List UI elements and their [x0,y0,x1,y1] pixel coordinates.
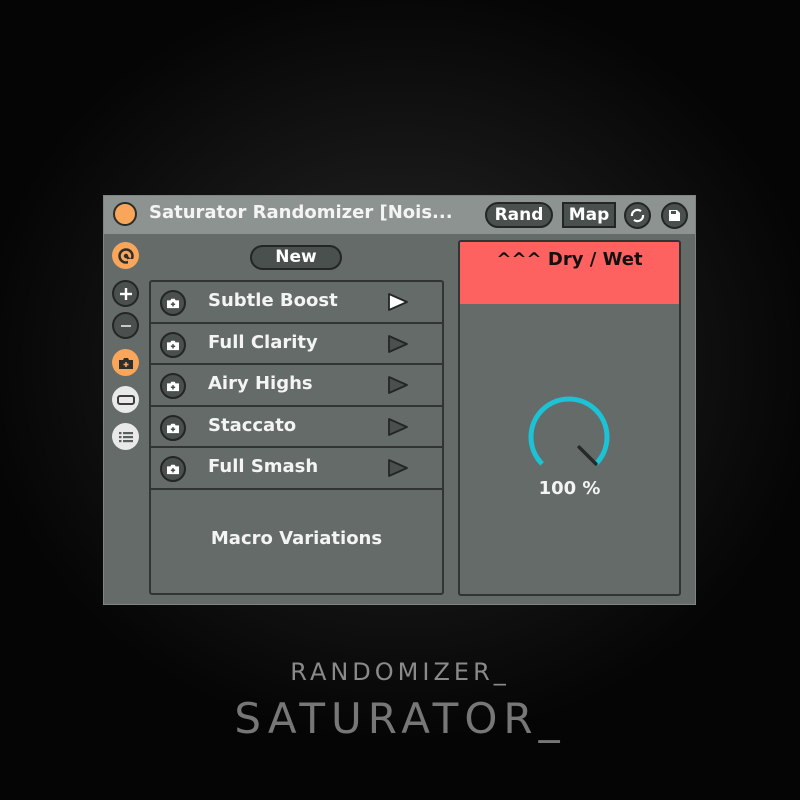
camera-add-icon [167,298,179,309]
list-view-button[interactable] [112,423,139,450]
add-variation-button[interactable] [112,280,139,307]
variation-label: Staccato [208,414,297,436]
macro-header: ^^^ Dry / Wet [460,242,679,304]
variation-row[interactable]: Airy Highs [151,365,442,407]
save-icon [669,210,680,221]
plus-icon [119,287,132,300]
rand-button[interactable]: Rand [485,202,553,228]
macro-title: ^^^ Dry / Wet [496,249,643,270]
map-button[interactable]: Map [562,202,616,228]
variation-row[interactable]: Full Clarity [151,324,442,366]
macro-panel: ^^^ Dry / Wet 100 % [458,240,681,596]
device-title: Saturator Randomizer [Nois... [149,202,453,223]
variation-row[interactable]: Staccato [151,407,442,449]
play-icon[interactable] [387,417,409,437]
variation-snapshot-button[interactable] [160,456,186,483]
knob-arc [528,396,610,466]
knob-value: 100 % [538,478,601,499]
variation-label: Airy Highs [208,373,313,395]
caption-subtitle: RANDOMIZER_ [290,658,510,686]
list-footer-label: Macro Variations [210,528,383,549]
device-window: Saturator Randomizer [Nois... Rand Map N… [103,195,696,605]
play-icon[interactable] [387,334,409,354]
collapse-icon [116,394,135,405]
power-icon[interactable] [113,202,137,226]
variation-snapshot-button[interactable] [160,373,186,400]
save-button[interactable] [661,202,688,229]
camera-add-icon [167,423,179,433]
collapse-button[interactable] [112,386,139,413]
caption-title: SATURATOR_ [234,694,566,743]
camera-add-icon [167,381,179,392]
snapshot-button[interactable] [112,349,139,376]
orbit-button[interactable] [112,242,139,269]
minus-icon [120,324,131,327]
dry-wet-knob[interactable] [524,392,614,482]
camera-add-icon [118,357,133,369]
camera-add-icon [167,465,179,475]
variation-row[interactable]: Full Smash [151,448,442,490]
knob-needle [577,445,598,466]
variation-label: Full Smash [208,456,319,478]
title-bar: Saturator Randomizer [Nois... Rand Map [104,196,695,234]
new-variation-button[interactable]: New [250,245,342,270]
play-icon[interactable] [387,458,409,478]
variation-snapshot-button[interactable] [160,290,186,316]
camera-add-icon [167,340,179,350]
play-icon[interactable] [387,375,409,395]
variation-snapshot-button[interactable] [160,331,186,358]
list-icon [118,431,133,442]
sync-button[interactable] [624,202,651,229]
orbit-icon [117,247,134,265]
variation-label: Full Clarity [208,331,318,353]
play-icon[interactable] [387,292,409,312]
variation-snapshot-button[interactable] [160,414,186,441]
sync-icon [630,208,645,223]
variation-list: Subtle Boost Full Clarity Airy Highs Sta… [149,280,444,595]
variation-label: Subtle Boost [208,290,338,311]
variation-row[interactable]: Subtle Boost [151,282,442,324]
remove-variation-button[interactable] [112,312,139,339]
